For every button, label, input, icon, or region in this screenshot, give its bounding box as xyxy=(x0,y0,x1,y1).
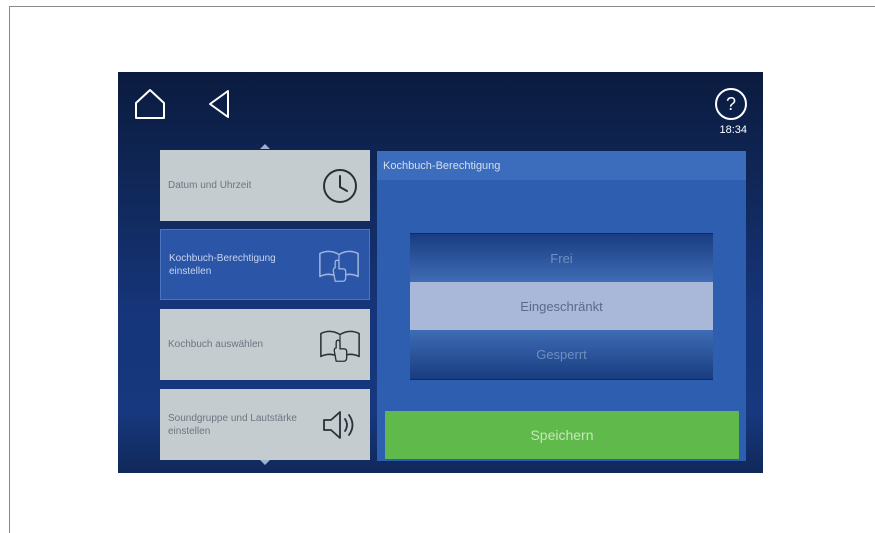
home-icon[interactable] xyxy=(132,86,168,122)
option-restricted-selected[interactable]: Eingeschränkt xyxy=(410,282,713,330)
menu-item-date-time[interactable]: Datum und Uhrzeit xyxy=(160,150,370,221)
svg-text:?: ? xyxy=(726,94,736,114)
option-picker[interactable]: Frei Eingeschränkt Gesperrt xyxy=(410,233,713,380)
menu-item-cookbook-permission[interactable]: Kochbuch-Berechtigung einstellen xyxy=(160,229,370,300)
device-screen: ? 18:34 Datum und Uhrzeit Kochbuch-Berec… xyxy=(118,72,763,473)
menu-item-label: Kochbuch auswählen xyxy=(168,339,264,350)
top-bar: ? 18:34 xyxy=(118,72,763,136)
help-icon[interactable]: ? xyxy=(713,86,749,122)
menu-item-label: Kochbuch-Berechtigung einstellen xyxy=(169,252,276,277)
option-free[interactable]: Frei xyxy=(410,234,713,282)
clock-icon xyxy=(318,164,362,208)
save-button[interactable]: Speichern xyxy=(385,411,739,459)
menu-item-label: Datum und Uhrzeit xyxy=(168,180,252,191)
menu-item-sound-volume[interactable]: Soundgruppe und Lautstärke einstellen xyxy=(160,389,370,460)
speaker-icon xyxy=(318,403,362,447)
menu-item-select-cookbook[interactable]: Kochbuch auswählen xyxy=(160,309,370,380)
scroll-down-arrow-icon[interactable] xyxy=(260,460,270,465)
scroll-up-arrow-icon[interactable] xyxy=(260,144,270,149)
option-locked[interactable]: Gesperrt xyxy=(410,330,713,379)
panel-title: Kochbuch-Berechtigung xyxy=(377,151,746,180)
clock-time: 18:34 xyxy=(719,124,747,136)
back-icon[interactable] xyxy=(204,86,234,122)
menu-item-label: Soundgruppe und Lautstärke einstellen xyxy=(168,412,297,437)
book-hand-icon xyxy=(317,243,361,287)
book-hand-icon xyxy=(318,323,362,367)
